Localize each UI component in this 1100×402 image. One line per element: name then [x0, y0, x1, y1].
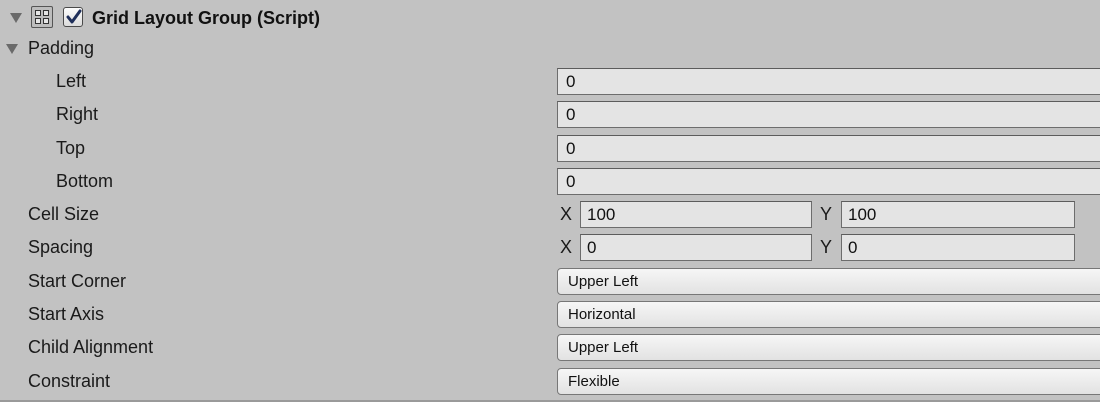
- spacing-row: Spacing X 0 Y 0: [0, 231, 1100, 264]
- component-header: Grid Layout Group (Script): [0, 0, 1100, 36]
- spacing-y-field[interactable]: 0: [841, 234, 1075, 261]
- foldout-arrow-icon[interactable]: [10, 13, 22, 23]
- cell-size-x-label: X: [560, 204, 573, 224]
- child-alignment-label: Child Alignment: [28, 337, 154, 357]
- padding-left-row: Left 0: [0, 65, 1100, 98]
- cell-size-y-field[interactable]: 100: [841, 201, 1075, 228]
- padding-foldout-arrow-icon[interactable]: [6, 44, 18, 54]
- checkmark-icon: [66, 9, 82, 24]
- child-alignment-dropdown[interactable]: Upper Left: [557, 334, 1100, 361]
- padding-bottom-field[interactable]: 0: [557, 168, 1100, 195]
- start-axis-row: Start Axis Horizontal: [0, 298, 1100, 331]
- padding-left-label: Left: [56, 71, 87, 91]
- start-axis-label: Start Axis: [28, 304, 105, 324]
- padding-left-field[interactable]: 0: [557, 68, 1100, 95]
- start-corner-label: Start Corner: [28, 271, 127, 291]
- start-corner-row: Start Corner Upper Left: [0, 265, 1100, 298]
- cell-size-row: Cell Size X 100 Y 100: [0, 198, 1100, 231]
- constraint-dropdown[interactable]: Flexible: [557, 368, 1100, 395]
- spacing-x-label: X: [560, 237, 573, 257]
- cell-size-x-field[interactable]: 100: [580, 201, 812, 228]
- padding-right-label: Right: [56, 104, 99, 124]
- cell-size-label: Cell Size: [28, 204, 100, 224]
- padding-top-row: Top 0: [0, 132, 1100, 165]
- inspector-panel: Grid Layout Group (Script) Padding Left …: [0, 0, 1100, 402]
- constraint-row: Constraint Flexible: [0, 365, 1100, 398]
- padding-top-label: Top: [56, 138, 86, 158]
- padding-label: Padding: [28, 38, 95, 58]
- component-title: Grid Layout Group (Script): [92, 8, 320, 28]
- component-enabled-checkbox[interactable]: [63, 7, 83, 27]
- start-axis-dropdown[interactable]: Horizontal: [557, 301, 1100, 328]
- padding-top-field[interactable]: 0: [557, 135, 1100, 162]
- padding-bottom-label: Bottom: [56, 171, 114, 191]
- padding-foldout[interactable]: Padding: [0, 32, 1100, 65]
- constraint-label: Constraint: [28, 371, 111, 391]
- spacing-y-label: Y: [820, 237, 833, 257]
- padding-bottom-row: Bottom 0: [0, 165, 1100, 198]
- padding-right-row: Right 0: [0, 98, 1100, 131]
- cell-size-y-label: Y: [820, 204, 833, 224]
- spacing-label: Spacing: [28, 237, 94, 257]
- child-alignment-row: Child Alignment Upper Left: [0, 331, 1100, 364]
- start-corner-dropdown[interactable]: Upper Left: [557, 268, 1100, 295]
- spacing-x-field[interactable]: 0: [580, 234, 812, 261]
- padding-right-field[interactable]: 0: [557, 101, 1100, 128]
- grid-layout-icon: [31, 6, 53, 28]
